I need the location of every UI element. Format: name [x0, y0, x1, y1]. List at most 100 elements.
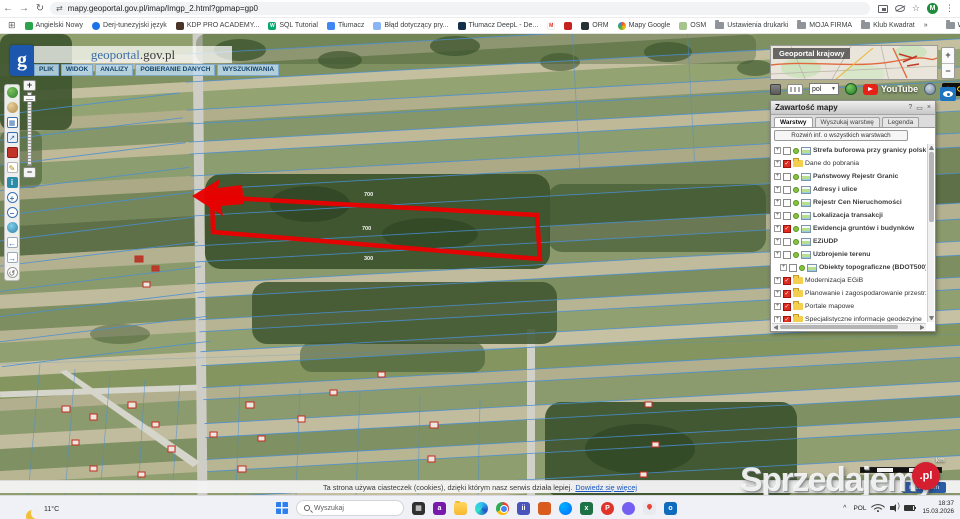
layer-row[interactable]: Rejestr Cen Nieruchomości — [772, 196, 926, 209]
expand-toggle-icon[interactable] — [774, 147, 781, 154]
expand-toggle-icon[interactable] — [774, 251, 781, 258]
reload-icon[interactable]: ↻ — [32, 3, 48, 14]
language-select[interactable]: pol ▼ — [809, 83, 839, 95]
layer-row[interactable]: Strefa buforowa przy granicy polsko-biał… — [772, 144, 926, 157]
menu-wyszukiwania[interactable]: WYSZUKIWANIA — [217, 64, 280, 77]
bookmark-item[interactable]: Mapy Google — [617, 21, 670, 30]
scroll-right-icon[interactable] — [920, 325, 925, 330]
layer-checkbox[interactable] — [783, 211, 791, 220]
layer-row[interactable]: Modernizacja EGiB — [772, 274, 926, 287]
tab-warstwy[interactable]: Warstwy — [774, 117, 813, 127]
hidden-icons-chevron[interactable]: ^ — [843, 505, 846, 512]
layer-checkbox[interactable] — [783, 289, 791, 298]
panel-help-icon[interactable]: ? — [908, 104, 912, 111]
layer-row[interactable]: Specjalistyczne informacje geodezyjne — [772, 313, 926, 322]
scroll-down-icon[interactable] — [929, 316, 934, 321]
expand-toggle-icon[interactable] — [774, 186, 781, 193]
layer-checkbox[interactable] — [789, 263, 797, 272]
next-view-icon[interactable]: → — [6, 252, 18, 263]
language-indicator[interactable]: POL — [853, 505, 866, 512]
bookmark-item[interactable]: Błąd dotyczący pry... — [373, 21, 449, 30]
bookmark-folder[interactable]: Ustawienia drukarki — [715, 20, 788, 29]
file-explorer-icon[interactable] — [454, 500, 467, 515]
maps-app-icon[interactable] — [643, 501, 656, 515]
layer-row[interactable]: Ewidencja gruntów i budynków — [772, 222, 926, 235]
expand-toggle-icon[interactable] — [774, 277, 781, 284]
layer-row[interactable]: Adresy i ulice — [772, 183, 926, 196]
draw-icon[interactable]: ✎ — [6, 162, 18, 173]
panel-minimize-icon[interactable]: ▭ — [916, 104, 923, 112]
layer-row[interactable]: Państwowy Rejestr Granic — [772, 170, 926, 183]
expand-toggle-icon[interactable] — [774, 173, 781, 180]
globe-icon[interactable] — [6, 222, 18, 233]
expand-toggle-icon[interactable] — [774, 160, 781, 167]
bookmark-star-icon[interactable]: ☆ — [912, 4, 920, 13]
bookmark-folder[interactable]: MOJA FIRMA — [797, 20, 852, 29]
open-window-icon[interactable]: ↗ — [6, 132, 18, 143]
zoom-in-button[interactable]: + — [23, 80, 36, 91]
office-app-icon[interactable] — [538, 501, 551, 515]
volume-icon[interactable] — [890, 503, 900, 512]
scroll-up-icon[interactable] — [929, 145, 934, 150]
cast-icon[interactable] — [877, 4, 888, 13]
all-bookmarks[interactable]: Wszystkie zakładki — [945, 20, 960, 29]
globe-settings-icon[interactable] — [924, 83, 937, 95]
bookmark-folder[interactable]: Klub Kwadrat — [861, 20, 915, 29]
expand-toggle-icon[interactable] — [774, 290, 781, 297]
scroll-thumb[interactable] — [929, 152, 934, 222]
tab-wyszukaj-warstwe[interactable]: Wyszukaj warstwę — [814, 117, 880, 127]
messenger-app-icon[interactable] — [559, 501, 572, 515]
panel-horizontal-scrollbar[interactable] — [772, 323, 926, 330]
menu-kebab-icon[interactable]: ⋮ — [945, 3, 954, 14]
panel-vertical-scrollbar[interactable] — [927, 144, 934, 322]
task-view-button[interactable]: ▦ — [412, 501, 425, 515]
expand-toggle-icon[interactable] — [774, 303, 781, 310]
layer-row[interactable]: Portale mapowe — [772, 300, 926, 313]
viber-app-icon[interactable] — [622, 501, 635, 515]
postman-app-icon[interactable]: P — [601, 501, 614, 515]
layer-checkbox[interactable] — [783, 250, 791, 259]
zoom-handle[interactable] — [23, 95, 36, 102]
cookie-learn-more-link[interactable]: Dowiedz się więcej — [575, 483, 637, 492]
bookmarks-overflow[interactable]: » — [924, 22, 928, 29]
basemap-icon[interactable] — [6, 102, 18, 113]
expand-toggle-icon[interactable] — [780, 264, 787, 271]
minimap-zoom-in[interactable]: + — [942, 48, 954, 64]
geoportal-logo[interactable]: g — [10, 45, 34, 76]
tab-legenda[interactable]: Legenda — [881, 117, 920, 127]
layer-row[interactable]: EZiUDP — [772, 235, 926, 248]
bookmark-item[interactable]: Angielski Nowy — [24, 21, 83, 30]
bookmark-item-gmail[interactable]: M — [547, 21, 556, 30]
layer-checkbox[interactable] — [783, 237, 791, 246]
menu-widok[interactable]: WIDOK — [60, 64, 94, 77]
zoom-in-tool-icon[interactable]: + — [6, 192, 18, 203]
layer-checkbox[interactable] — [783, 276, 791, 285]
bookmark-item[interactable]: OSM — [679, 21, 706, 30]
full-extent-icon[interactable] — [6, 87, 18, 98]
bookmark-item[interactable]: KDP PRO ACADEMY... — [175, 21, 259, 30]
layer-row[interactable]: Lokalizacja transakcji — [772, 209, 926, 222]
battery-icon[interactable] — [904, 505, 917, 511]
layer-checkbox[interactable] — [783, 185, 791, 194]
zoom-out-button[interactable]: − — [23, 167, 36, 178]
previous-view-icon[interactable]: ← — [6, 237, 18, 248]
expand-toggle-icon[interactable] — [774, 199, 781, 206]
layer-row[interactable]: Planowanie i zagospodarowanie przestrzen… — [772, 287, 926, 300]
keyboard-icon[interactable] — [787, 83, 803, 95]
layer-checkbox[interactable] — [783, 224, 791, 233]
back-icon[interactable]: ← — [0, 3, 16, 14]
overview-minimap[interactable]: Geoportal krajowy — [770, 45, 938, 80]
excel-app-icon[interactable]: x — [580, 501, 593, 515]
minimap-zoom-out[interactable]: − — [942, 64, 954, 79]
bookmark-item[interactable]: Tłumacz — [326, 21, 364, 30]
outlook-app-icon[interactable]: o — [664, 501, 677, 515]
wifi-icon[interactable] — [871, 499, 886, 515]
history-icon[interactable]: ↺ — [6, 267, 18, 278]
teams-app-icon[interactable]: ii — [517, 501, 530, 515]
profile-avatar[interactable]: M — [927, 3, 938, 14]
weather-widget[interactable]: 11°CBezchmurnie — [26, 498, 79, 519]
eye-off-icon[interactable] — [894, 5, 905, 12]
expand-toggle-icon[interactable] — [774, 238, 781, 245]
grid-widget-icon[interactable] — [770, 83, 781, 95]
layer-grid-icon[interactable]: ▦ — [6, 117, 18, 128]
